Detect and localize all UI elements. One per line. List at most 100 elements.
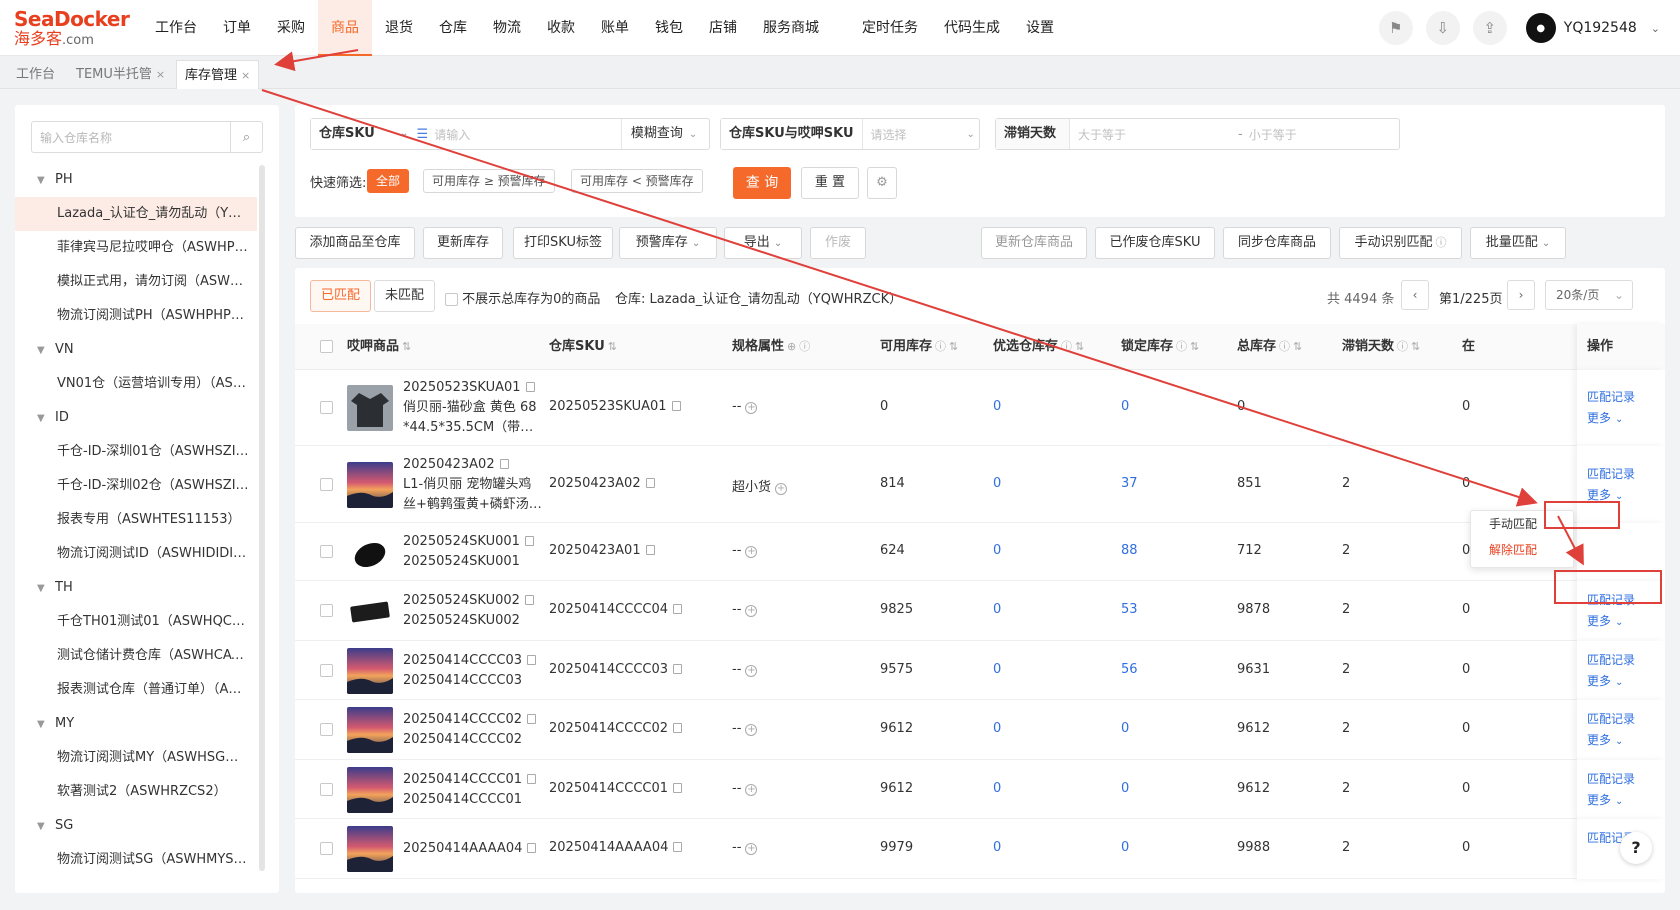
warehouse-item[interactable]: 千仓TH01测试01（ASWHQCTH01） [15,605,257,639]
row-checkbox[interactable] [320,663,333,677]
toolbar-button[interactable]: 添加商品至仓库 [295,227,415,259]
toolbar-button[interactable]: 预警库存 ⌄ [619,227,717,259]
pin-icon[interactable]: ⚑ [1378,11,1413,45]
product-thumbnail[interactable] [347,588,393,634]
copy-icon[interactable] [527,654,537,665]
tree-group[interactable]: ▼ TH [15,571,257,605]
copy-icon[interactable] [499,458,509,469]
share-icon[interactable]: ⇪ [1472,11,1507,45]
sku-map-filter[interactable]: 仓库SKU与哎呷SKU 请选择 ⌄ [720,118,980,150]
copy-icon[interactable] [671,401,681,411]
nav-item[interactable]: 工作台 [142,0,210,56]
match-mode-select[interactable]: 模糊查询 ⌄ [620,119,709,149]
product-thumbnail[interactable] [347,385,393,431]
warehouse-item[interactable]: 物流订阅测试PH（ASWHPHPHWL） [15,299,257,333]
toolbar-button[interactable]: 更新仓库商品 [981,227,1087,259]
more-actions-link[interactable]: 更多 ⌄ [1587,408,1665,430]
product-thumbnail[interactable] [347,529,393,575]
help-button[interactable]: ? [1620,832,1652,864]
quick-filter-chip[interactable]: 可用库存 ≥ 预警库存 [423,169,555,193]
column-header[interactable]: 优选仓库存 ⓘ ⇅ [993,324,1084,370]
locked-stock[interactable]: 0 [1121,721,1129,736]
hide-zero-checkbox[interactable] [445,293,458,306]
row-checkbox[interactable] [320,545,333,558]
preferred-stock[interactable]: 0 [993,399,1001,414]
warehouse-item[interactable]: 千仓-ID-深圳01仓（ASWHSZID01） [15,435,257,469]
warehouse-item[interactable]: 报表测试仓库（普通订单）（ASWHTH02） [15,673,257,707]
plus-circle-icon[interactable]: + [745,664,758,677]
product-line[interactable]: 20250414CCCC03 [403,651,545,671]
column-header[interactable]: 可用库存 ⓘ ⇅ [880,324,958,370]
nav-item[interactable]: 订单 [210,0,264,56]
tab-matched[interactable]: 已匹配 [310,280,372,312]
tree-group[interactable]: ▼ PH [15,163,257,197]
nav-item[interactable]: 商品 [318,0,372,56]
username[interactable]: YQ192548 [1564,20,1637,36]
chevron-down-icon[interactable]: ⌄ [1651,22,1660,35]
nav-item[interactable]: 收款 [534,0,588,56]
product-thumbnail[interactable] [347,826,393,872]
warehouse-item[interactable]: 物流订阅测试SG（ASWHMYSGWL） [15,843,257,877]
search-button[interactable]: 查 询 [733,167,791,199]
warehouse-item[interactable]: 测试仓储计费仓库（ASWHCATH01） [15,639,257,673]
caret-down-icon[interactable]: ▼ [37,334,55,367]
nav-item[interactable]: 账单 [588,0,642,56]
sort-icon[interactable]: ⇅ [402,340,411,353]
search-icon[interactable]: ⌕ [230,122,262,152]
nav-item[interactable]: 仓库 [426,0,480,56]
caret-down-icon[interactable]: ▼ [37,810,55,843]
slow-max-input[interactable]: 小于等于 [1249,126,1297,143]
brand-logo[interactable]: SeaDocker 海多客.com [14,8,130,50]
tree-group[interactable]: ▼ ID [15,401,257,435]
preferred-stock[interactable]: 0 [993,840,1001,855]
warehouse-search-input[interactable]: 输入仓库名称 ⌕ [31,121,263,153]
quick-filter-chip[interactable]: 全部 [367,169,410,193]
toolbar-button[interactable]: 批量匹配 ⌄ [1470,227,1566,259]
row-checkbox[interactable] [320,477,333,491]
warehouse-item[interactable]: VN01仓（运营培训专用）（ASWHVN01） [15,367,257,401]
row-checkbox[interactable] [320,782,333,796]
product-thumbnail[interactable] [347,461,393,508]
locked-stock[interactable]: 0 [1121,840,1129,855]
toolbar-button[interactable]: 更新库存 [423,227,503,259]
column-header[interactable]: 规格属性 ⊕ ⓘ [732,324,810,370]
nav-item[interactable]: 服务商城 [750,0,849,56]
copy-icon[interactable] [645,545,655,555]
column-header[interactable]: 总库存 ⓘ ⇅ [1237,324,1302,370]
caret-down-icon[interactable]: ▼ [37,164,55,197]
warehouse-item[interactable]: 千仓-ID-深圳02仓（ASWHSZID02） [15,469,257,503]
nav-item[interactable]: 店铺 [696,0,750,56]
sort-icon[interactable]: ⇅ [949,340,958,353]
plus-circle-icon[interactable]: + [745,783,758,796]
caret-down-icon[interactable]: ▼ [37,708,55,741]
reset-button[interactable]: 重 置 [801,167,859,199]
toolbar-button[interactable]: 手动识别匹配 ⓘ [1339,227,1462,259]
locked-stock[interactable]: 53 [1121,602,1138,617]
toolbar-button[interactable]: 打印SKU标签 [513,227,613,259]
more-actions-link[interactable]: 更多 ⌄ [1587,671,1665,693]
column-header[interactable]: 锁定库存 ⓘ ⇅ [1121,324,1199,370]
plus-circle-icon[interactable]: + [745,605,758,617]
product-line[interactable]: 20250414AAAA04 [403,839,545,859]
plus-circle-icon[interactable]: + [745,724,758,736]
column-header[interactable]: 滞销天数 ⓘ ⇅ [1342,324,1420,370]
quick-filter-chip[interactable]: 可用库存 < 预警库存 [571,169,703,193]
caret-down-icon[interactable]: ▼ [37,402,55,435]
copy-icon[interactable] [527,714,537,724]
page-tab[interactable]: 工作台 [8,60,63,89]
copy-icon[interactable] [673,604,683,614]
sort-icon[interactable]: ⇅ [608,340,617,353]
product-line[interactable]: 20250414CCCC02 [403,710,545,730]
warehouse-item[interactable]: 物流订阅测试ID（ASWHIDIDIWL） [15,537,257,571]
nav-item[interactable]: 定时任务 [849,0,931,56]
toolbar-button[interactable]: 已作废仓库SKU [1095,227,1215,259]
row-checkbox[interactable] [320,401,333,414]
tree-group[interactable]: ▼ SG [15,809,257,843]
preferred-stock[interactable]: 0 [993,781,1001,796]
match-record-link[interactable]: 匹配记录 [1587,650,1665,671]
sku-input[interactable]: 请输入 [434,126,621,143]
locked-stock[interactable]: 37 [1121,476,1138,491]
column-header[interactable]: 仓库SKU ⇅ [549,324,617,370]
prev-page-button[interactable]: ‹ [1401,280,1429,310]
plus-circle-icon[interactable]: + [745,402,758,414]
